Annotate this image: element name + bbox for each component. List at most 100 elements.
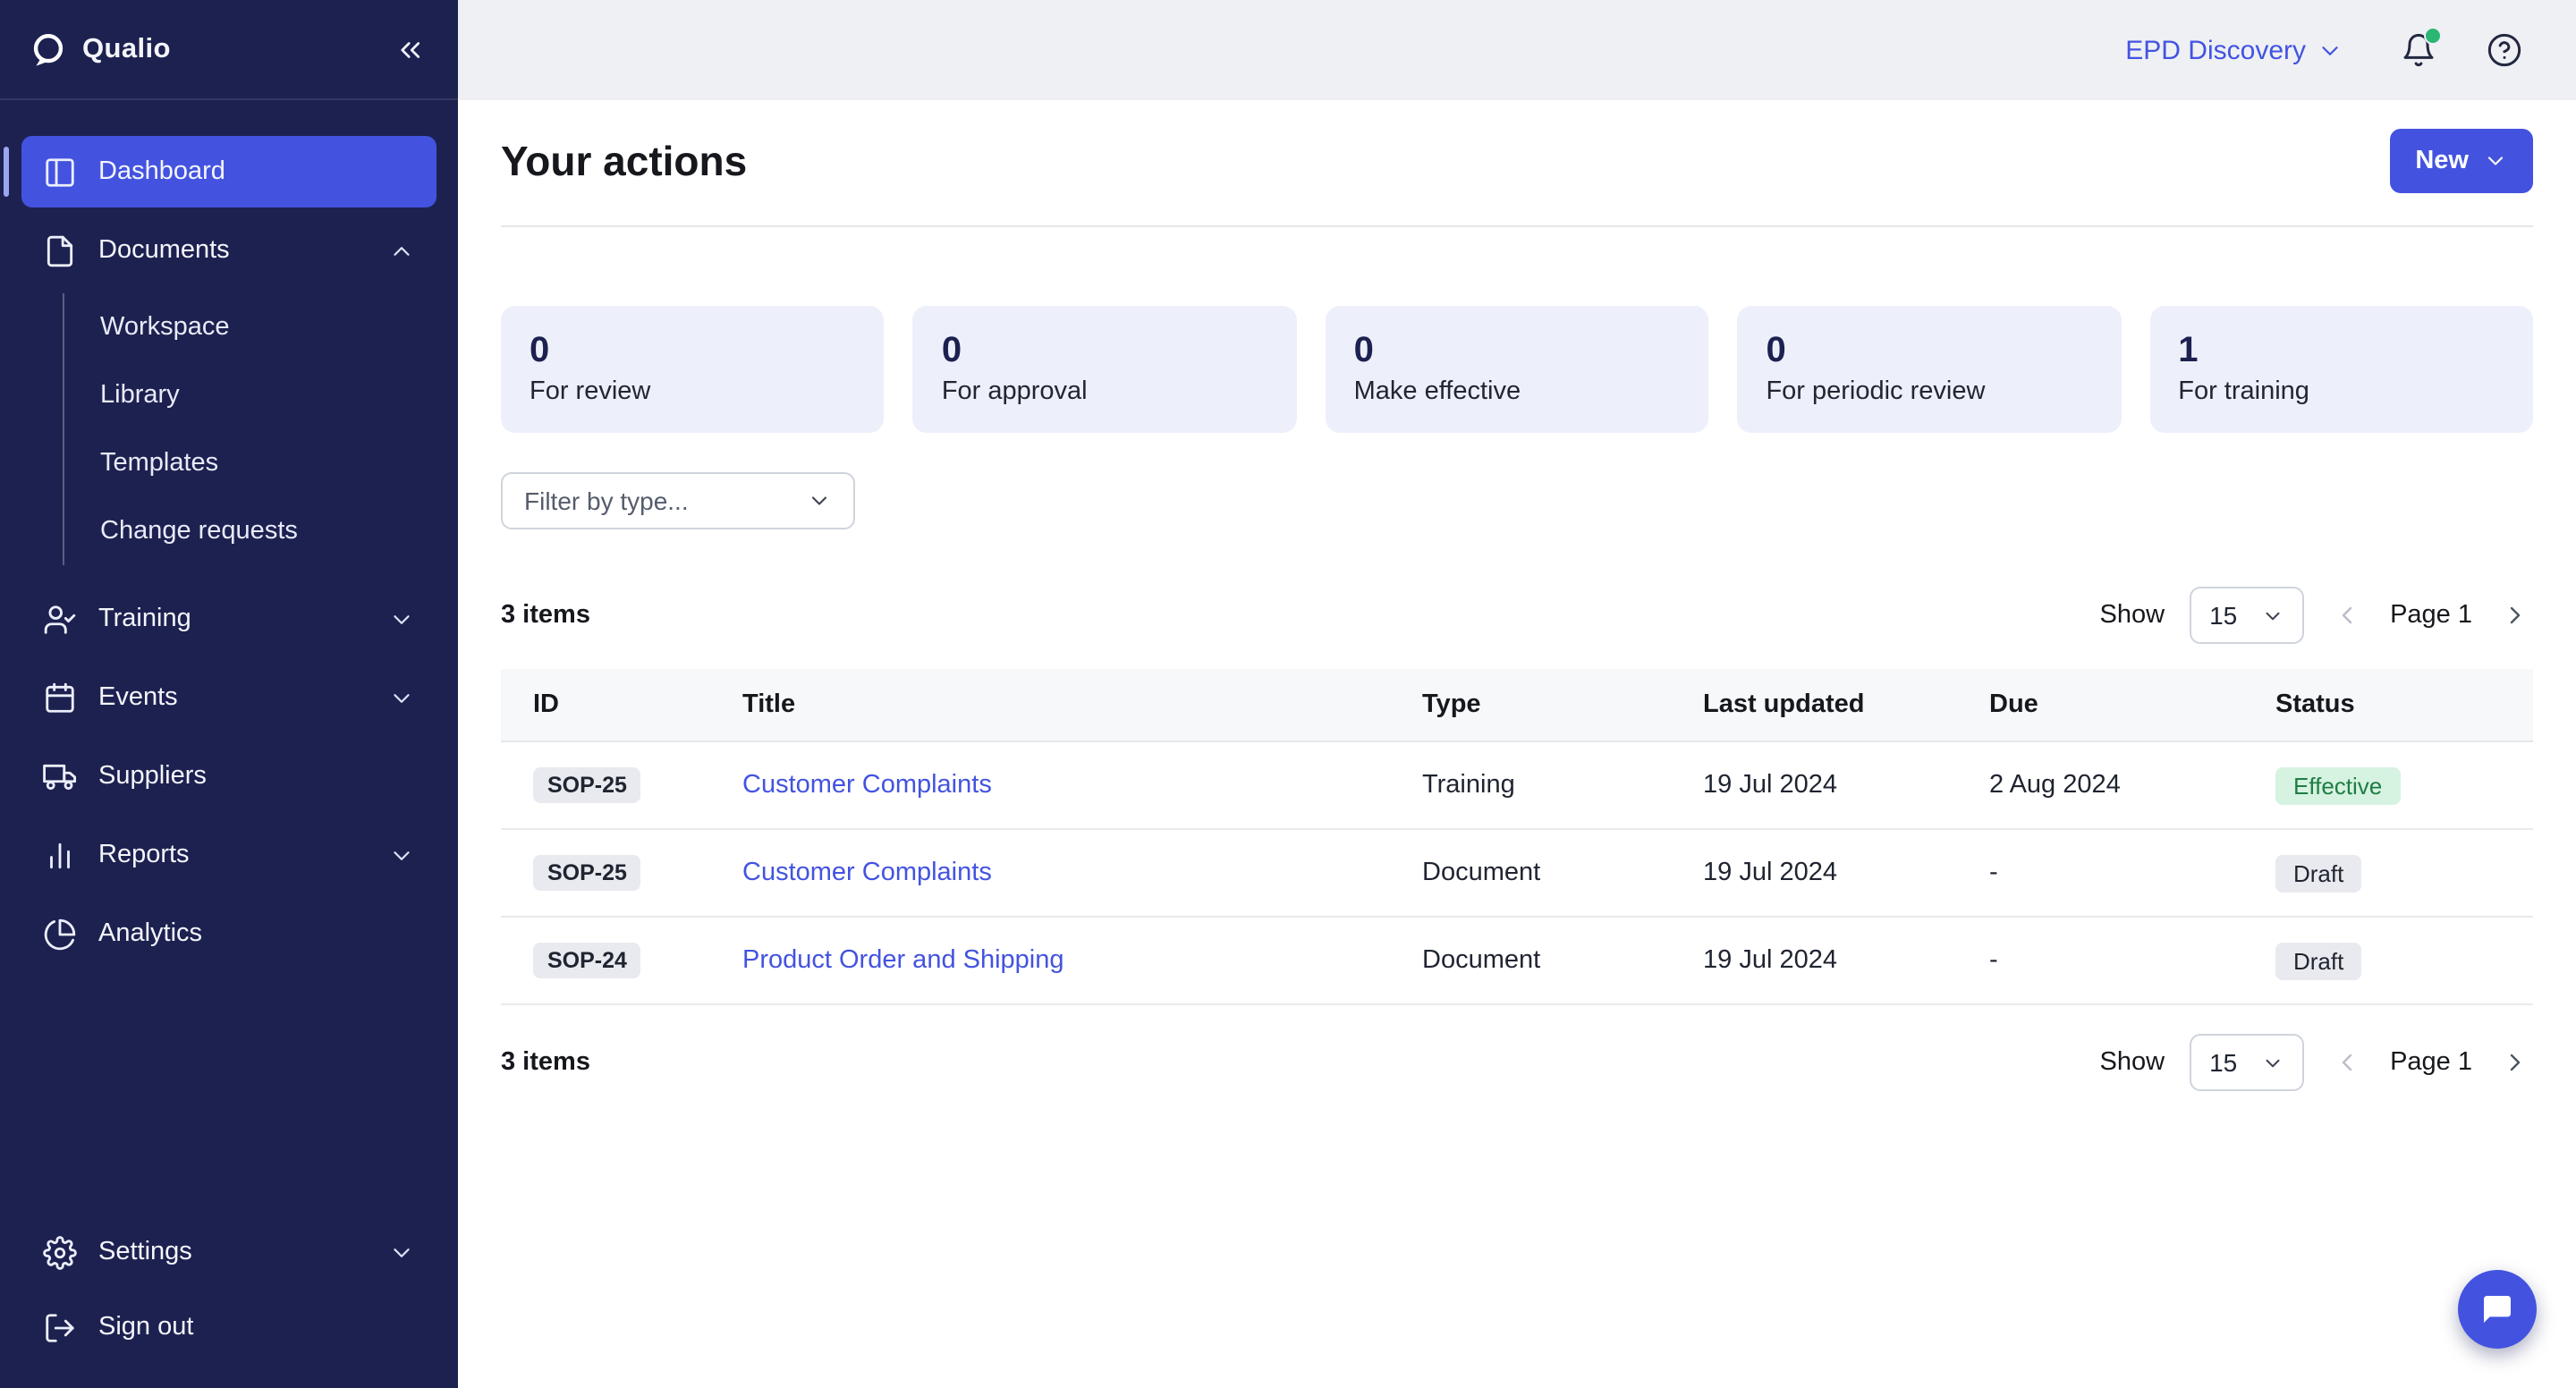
chevron-down-icon bbox=[2261, 604, 2284, 627]
sidebar-item-label: Settings bbox=[98, 1238, 192, 1266]
user-check-icon bbox=[43, 602, 77, 636]
sidebar-item-reports[interactable]: Reports bbox=[21, 819, 436, 891]
list-toolbar-top: 3 items Show 15 Page 1 bbox=[501, 587, 2533, 644]
page-title: Your actions bbox=[501, 137, 747, 185]
chevron-down-icon bbox=[388, 684, 415, 711]
sidebar-item-label: Templates bbox=[100, 449, 218, 478]
pie-chart-icon bbox=[43, 917, 77, 951]
page-header: Your actions New bbox=[501, 125, 2533, 197]
pagination-top: Show 15 Page 1 bbox=[2100, 587, 2534, 644]
calendar-icon bbox=[43, 681, 77, 715]
due-date: - bbox=[1989, 859, 2275, 887]
document-icon bbox=[43, 233, 77, 267]
page-indicator: Page 1 bbox=[2390, 1048, 2472, 1077]
stat-card-for-review[interactable]: 0 For review bbox=[501, 306, 885, 433]
workspace-switcher[interactable]: EPD Discovery bbox=[2114, 33, 2354, 67]
column-header-title: Title bbox=[742, 690, 1422, 719]
page-size-select[interactable]: 15 bbox=[2190, 1034, 2304, 1091]
workspace-name: EPD Discovery bbox=[2125, 35, 2306, 65]
chevron-down-icon bbox=[2317, 37, 2343, 63]
notifications-button[interactable] bbox=[2397, 29, 2440, 72]
truck-icon bbox=[43, 759, 77, 793]
chevron-right-icon bbox=[2501, 601, 2529, 630]
stat-count: 0 bbox=[942, 327, 1268, 374]
chevron-down-icon bbox=[2483, 148, 2508, 174]
sidebar-item-analytics[interactable]: Analytics bbox=[21, 898, 436, 969]
show-label: Show bbox=[2100, 601, 2165, 630]
qualio-logo-icon bbox=[29, 30, 68, 69]
action-stats-row: 0 For review 0 For approval 0 Make effec… bbox=[501, 306, 2533, 433]
sidebar-collapse-button[interactable] bbox=[390, 30, 429, 69]
column-header-id: ID bbox=[533, 690, 742, 719]
items-count: 3 items bbox=[501, 601, 590, 630]
sidebar-item-suppliers[interactable]: Suppliers bbox=[21, 741, 436, 812]
chat-bubble-icon bbox=[2479, 1291, 2515, 1327]
column-header-status: Status bbox=[2275, 690, 2533, 719]
page-size-value: 15 bbox=[2209, 601, 2237, 630]
chevron-right-icon bbox=[2501, 1048, 2529, 1077]
page-indicator: Page 1 bbox=[2390, 601, 2472, 630]
main-column: EPD Discovery Your actions bbox=[458, 0, 2576, 1388]
stat-count: 0 bbox=[1766, 327, 2092, 374]
sidebar-item-label: Library bbox=[100, 381, 180, 410]
dashboard-icon bbox=[43, 155, 77, 189]
document-id-badge: SOP-24 bbox=[533, 943, 641, 978]
stat-label: For review bbox=[530, 377, 856, 406]
help-button[interactable] bbox=[2483, 29, 2526, 72]
sidebar-item-label: Events bbox=[98, 683, 178, 712]
sidebar-item-label: Training bbox=[98, 605, 191, 633]
sidebar-item-documents[interactable]: Documents bbox=[21, 215, 436, 286]
sidebar-item-dashboard[interactable]: Dashboard bbox=[21, 136, 436, 207]
sidebar-item-label: Change requests bbox=[100, 517, 298, 546]
topbar: EPD Discovery bbox=[458, 0, 2576, 100]
table-row: SOP-24 Product Order and Shipping Docume… bbox=[501, 918, 2533, 1005]
chat-widget-button[interactable] bbox=[2458, 1270, 2537, 1349]
sidebar-bottom-group: Settings Sign out bbox=[0, 1213, 458, 1388]
sidebar-item-events[interactable]: Events bbox=[21, 662, 436, 733]
documents-subnav: Workspace Library Templates Change reque… bbox=[63, 293, 436, 565]
page-content: Your actions New 0 For review 0 For appr… bbox=[458, 100, 2576, 1388]
chevron-down-icon bbox=[388, 605, 415, 632]
stat-card-for-training[interactable]: 1 For training bbox=[2149, 306, 2533, 433]
sidebar-item-label: Workspace bbox=[100, 313, 230, 342]
sidebar-item-label: Dashboard bbox=[98, 157, 225, 186]
notification-dot bbox=[2424, 27, 2442, 45]
stat-card-for-approval[interactable]: 0 For approval bbox=[913, 306, 1297, 433]
document-title-link[interactable]: Customer Complaints bbox=[742, 859, 992, 887]
new-button[interactable]: New bbox=[2390, 129, 2533, 193]
stat-label: Make effective bbox=[1354, 377, 1681, 406]
sidebar-item-change-requests[interactable]: Change requests bbox=[64, 497, 436, 565]
sidebar-item-workspace[interactable]: Workspace bbox=[64, 293, 436, 361]
stat-count: 0 bbox=[1354, 327, 1681, 374]
stat-card-make-effective[interactable]: 0 Make effective bbox=[1326, 306, 1709, 433]
page-size-select[interactable]: 15 bbox=[2190, 587, 2304, 644]
sidebar: Qualio Dashboard Documents bbox=[0, 0, 458, 1388]
filter-by-type-select[interactable]: Filter by type... bbox=[501, 472, 855, 529]
list-toolbar-bottom: 3 items Show 15 Page 1 bbox=[501, 1034, 2533, 1091]
previous-page-button[interactable] bbox=[2329, 1045, 2365, 1080]
sidebar-item-library[interactable]: Library bbox=[64, 361, 436, 429]
status-badge: Draft bbox=[2275, 942, 2361, 979]
previous-page-button[interactable] bbox=[2329, 597, 2365, 633]
next-page-button[interactable] bbox=[2497, 597, 2533, 633]
document-title-link[interactable]: Product Order and Shipping bbox=[742, 946, 1064, 975]
sidebar-item-label: Suppliers bbox=[98, 762, 207, 791]
sidebar-item-sign-out[interactable]: Sign out bbox=[21, 1291, 436, 1363]
stat-count: 1 bbox=[2178, 327, 2504, 374]
brand-name: Qualio bbox=[82, 33, 171, 65]
sidebar-item-training[interactable]: Training bbox=[21, 583, 436, 655]
help-circle-icon bbox=[2487, 32, 2522, 68]
stat-card-for-periodic-review[interactable]: 0 For periodic review bbox=[1737, 306, 2121, 433]
chevron-down-icon bbox=[2261, 1051, 2284, 1074]
sidebar-item-settings[interactable]: Settings bbox=[21, 1216, 436, 1288]
sidebar-spacer bbox=[0, 973, 458, 1213]
status-badge: Draft bbox=[2275, 854, 2361, 892]
sidebar-item-templates[interactable]: Templates bbox=[64, 429, 436, 497]
chevron-down-icon bbox=[388, 1239, 415, 1265]
document-title-link[interactable]: Customer Complaints bbox=[742, 771, 992, 800]
document-type: Document bbox=[1422, 946, 1703, 975]
last-updated-date: 19 Jul 2024 bbox=[1703, 946, 1989, 975]
show-label: Show bbox=[2100, 1048, 2165, 1077]
next-page-button[interactable] bbox=[2497, 1045, 2533, 1080]
double-chevron-left-icon bbox=[394, 33, 426, 65]
